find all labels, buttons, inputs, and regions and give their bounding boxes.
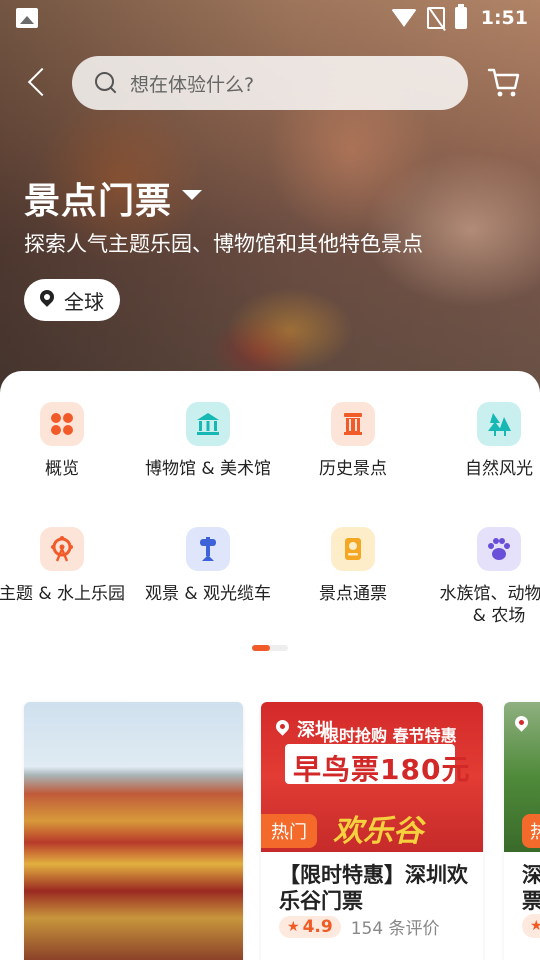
ferris-wheel-icon (40, 527, 84, 571)
paw-icon (477, 527, 521, 571)
rating-pill: ★ 4.9 (279, 915, 341, 938)
location-pin-icon (275, 720, 291, 738)
search-bar[interactable]: 想在体验什么? (72, 56, 468, 110)
star-icon: ★ (287, 918, 300, 935)
category-overview[interactable]: 概览 (0, 402, 137, 480)
promo-top-text: 限时抢购 春节特惠 (323, 726, 457, 745)
category-zoo[interactable]: 水族馆、动物园 & 农场 (424, 527, 540, 627)
category-label: 概览 (45, 459, 79, 479)
back-button[interactable] (22, 64, 52, 100)
card-image: 热 (504, 702, 540, 852)
category-label: 观景 & 观光缆车 (144, 584, 272, 604)
attraction-card[interactable]: 热 深圳 票 ★ (504, 702, 540, 960)
category-historic[interactable]: 历史景点 (278, 402, 428, 480)
no-sim-icon (426, 7, 445, 29)
gallery-icon (16, 8, 38, 28)
rating-value: 4.9 (302, 916, 333, 937)
tower-icon (186, 527, 230, 571)
rating-pill: ★ (522, 914, 540, 938)
region-selector[interactable]: 全球 (24, 279, 120, 321)
location-badge: 深圳 (275, 716, 333, 742)
attraction-card[interactable]: 限时抢购 春节特惠 早鸟票180元 欢乐谷 深圳 热门 【限时特惠】深圳欢乐谷门… (261, 702, 483, 960)
category-pager (252, 645, 288, 651)
search-icon (94, 71, 118, 95)
attraction-card[interactable] (24, 702, 243, 960)
location-pin-icon (38, 290, 56, 310)
category-label: 博物馆 & 美术馆 (144, 459, 272, 479)
category-label: 历史景点 (319, 459, 387, 479)
column-icon (331, 402, 375, 446)
category-label: 主题 & 水上乐园 (0, 584, 126, 604)
museum-icon (186, 402, 230, 446)
rating-row: ★ 4.9 154 条评价 (279, 914, 440, 939)
wifi-icon (390, 9, 417, 27)
search-placeholder: 想在体验什么? (130, 73, 255, 96)
category-observation[interactable]: 观景 & 观光缆车 (133, 527, 283, 605)
card-title: 【限时特惠】深圳欢乐谷门票 (279, 863, 468, 913)
category-label: 水族馆、动物园 & 农场 (439, 584, 540, 626)
promo-text: 早鸟票180元 (293, 753, 471, 786)
pager-active-dot (252, 645, 270, 651)
tree-icon (477, 402, 521, 446)
category-theme-park[interactable]: 主题 & 水上乐园 (0, 527, 137, 605)
review-count: 154 条评价 (350, 919, 440, 939)
status-icons: 1:51 (390, 4, 528, 30)
location-pin-icon (514, 716, 530, 734)
status-bar: 1:51 (0, 0, 540, 38)
page-title: 景点门票 (24, 181, 173, 222)
status-time: 1:51 (480, 7, 528, 29)
title-dropdown-icon[interactable] (182, 190, 202, 200)
region-label: 全球 (64, 289, 104, 314)
category-museum[interactable]: 博物馆 & 美术馆 (133, 402, 283, 480)
hot-badge: 热 (522, 814, 540, 848)
category-label: 自然风光 (465, 459, 533, 479)
pass-icon (331, 527, 375, 571)
card-image: 限时抢购 春节特惠 早鸟票180元 欢乐谷 深圳 热门 (261, 702, 483, 852)
page-subtitle: 探索人气主题乐园、博物馆和其他特色景点 (24, 232, 423, 256)
hot-badge: 热门 (261, 814, 317, 848)
card-image (24, 702, 243, 960)
card-title: 深圳 票 (522, 863, 540, 913)
cart-icon (487, 68, 520, 97)
cart-button[interactable] (486, 64, 522, 100)
battery-icon (454, 4, 467, 29)
location-label: 深圳 (297, 720, 333, 741)
category-pass[interactable]: 景点通票 (278, 527, 428, 605)
grid-icon (40, 402, 84, 446)
category-label: 景点通票 (319, 584, 387, 604)
promo-deco-text: 欢乐谷 (333, 814, 423, 849)
category-nature[interactable]: 自然风光 (424, 402, 540, 480)
